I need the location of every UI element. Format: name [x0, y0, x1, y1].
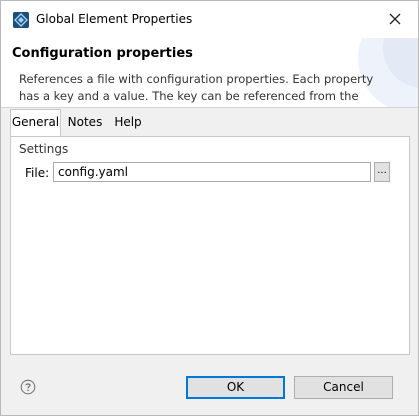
help-icon[interactable] [20, 379, 36, 395]
title-bar: Global Element Properties [1, 1, 418, 38]
cancel-button[interactable]: Cancel [294, 376, 393, 399]
window-title: Global Element Properties [36, 12, 193, 26]
global-element-properties-dialog: Global Element Properties Configuration … [0, 0, 419, 416]
tab-help[interactable]: Help [111, 110, 145, 135]
page-title: Configuration properties [12, 46, 193, 61]
browse-button[interactable]: ... [374, 162, 390, 182]
mule-app-icon [13, 12, 29, 28]
close-icon[interactable] [386, 10, 404, 28]
divider [1, 107, 418, 108]
tab-general[interactable]: General [10, 109, 61, 137]
ok-button[interactable]: OK [186, 376, 285, 399]
tab-notes[interactable]: Notes [62, 110, 108, 135]
general-tab-panel: Settings File: ... [10, 136, 410, 355]
header-banner: Configuration properties References a fi… [1, 38, 418, 108]
banner-description: References a file with configuration pro… [19, 72, 374, 108]
settings-legend: Settings [19, 142, 69, 156]
file-label: File: [25, 166, 50, 180]
file-input[interactable] [53, 162, 371, 182]
